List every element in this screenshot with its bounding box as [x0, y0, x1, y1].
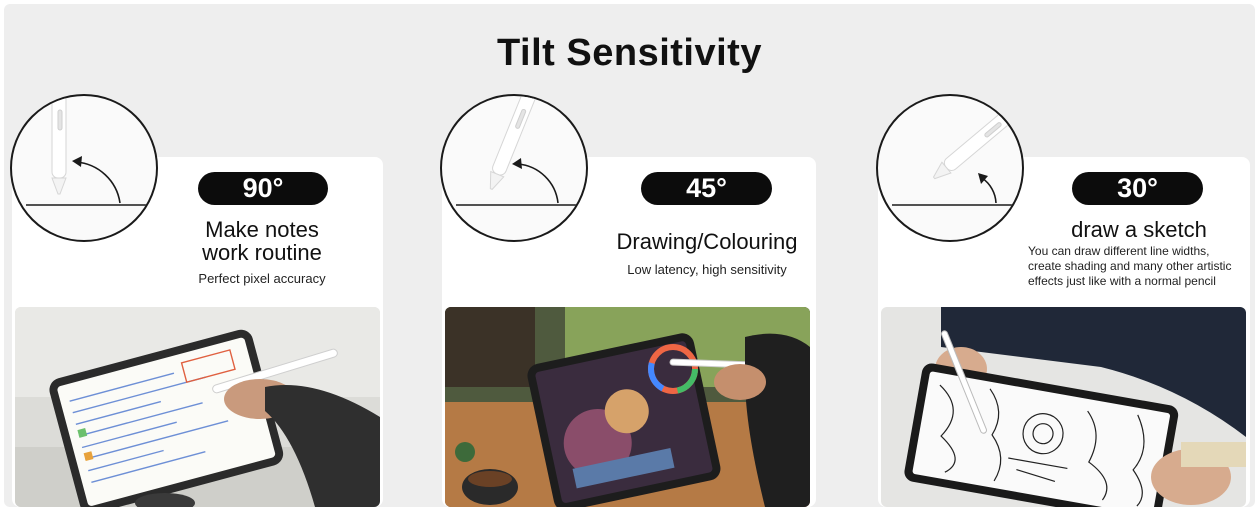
- notes-photo: [15, 307, 380, 507]
- tilt-sensitivity-banner: Tilt Sensitivity 90° Make notes work rou…: [4, 4, 1255, 507]
- feature-heading: Drawing/Colouring: [600, 230, 814, 253]
- tilt-diagram-30: [876, 94, 1024, 242]
- stylus-icon: [51, 96, 67, 195]
- stylus-icon: [932, 102, 1022, 180]
- stylus-icon: [489, 96, 539, 190]
- angle-badge: 90°: [198, 172, 328, 205]
- feature-heading: Make notes work routine: [169, 218, 355, 264]
- feature-subtitle: You can draw different line widths, crea…: [1028, 244, 1248, 289]
- feature-heading: draw a sketch: [1032, 218, 1246, 241]
- angle-arrow-icon: [72, 156, 121, 204]
- feature-subtitle: Low latency, high sensitivity: [627, 262, 787, 277]
- feature-heading-line2: work routine: [202, 240, 322, 265]
- panel-90: 90° Make notes work routine Perfect pixe…: [4, 4, 404, 507]
- feature-subtitle-line1: You can draw different line widths,: [1028, 244, 1210, 258]
- tilt-diagram-45: [440, 94, 588, 242]
- angle-arrow-icon: [978, 173, 997, 204]
- feature-subtitle-line3: effects just like with a normal pencil: [1028, 274, 1216, 288]
- feature-heading-line1: draw a sketch: [1071, 217, 1207, 242]
- tilt-diagram-90: [10, 94, 158, 242]
- angle-arrow-icon: [512, 158, 559, 204]
- feature-subtitle: Perfect pixel accuracy: [198, 271, 326, 286]
- angle-badge: 30°: [1072, 172, 1203, 205]
- feature-heading-line1: Make notes: [205, 217, 319, 242]
- feature-subtitle-line2: create shading and many other artistic: [1028, 259, 1232, 273]
- sketch-photo: [881, 307, 1246, 507]
- panel-30: 30° draw a sketch You can draw different…: [870, 4, 1255, 507]
- feature-heading-line1: Drawing/Colouring: [616, 229, 798, 254]
- drawing-photo: [445, 307, 810, 507]
- angle-badge: 45°: [641, 172, 772, 205]
- panel-45: 45° Drawing/Colouring Low latency, high …: [434, 4, 834, 507]
